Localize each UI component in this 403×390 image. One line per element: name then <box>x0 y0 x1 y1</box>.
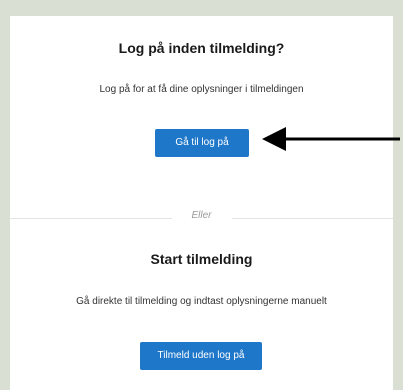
register-without-login-button[interactable]: Tilmeld uden log på <box>140 342 262 370</box>
start-title: Start tilmelding <box>150 251 253 267</box>
registration-card: Log på inden tilmelding? Log på for at f… <box>10 16 393 390</box>
login-title: Log på inden tilmelding? <box>118 40 285 56</box>
login-subtitle: Log på for at få dine oplysninger i tilm… <box>99 84 304 95</box>
divider-or-label: Eller <box>191 210 212 221</box>
left-arrow-icon <box>262 127 400 151</box>
start-subtitle: Gå direkte til tilmelding og indtast opl… <box>76 296 327 307</box>
go-to-login-button[interactable]: Gå til log på <box>155 129 249 157</box>
